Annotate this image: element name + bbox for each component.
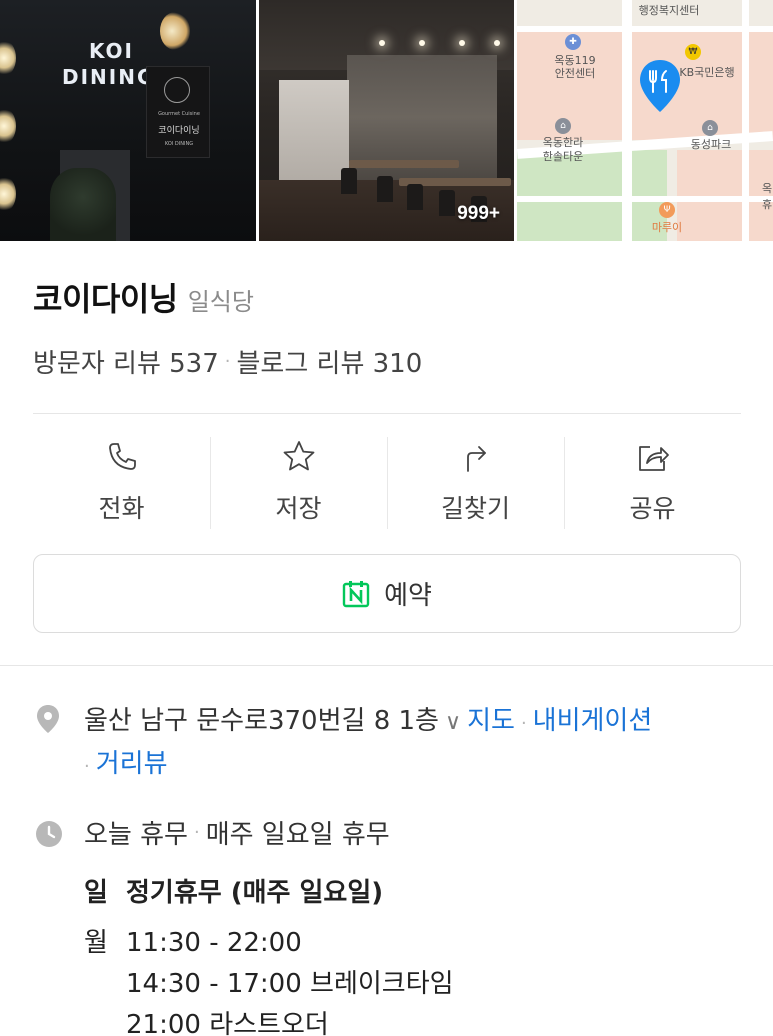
chevron-down-icon[interactable]: ∨ <box>445 710 461 735</box>
apartment-icon: ⌂ <box>555 118 571 134</box>
map-label: 옥동119 <box>554 54 596 67</box>
location-pin-icon <box>640 60 680 112</box>
map-road <box>622 0 632 241</box>
review-summary: 방문자 리뷰 537 · 블로그 리뷰 310 <box>33 343 422 380</box>
plant <box>50 168 116 241</box>
share-label: 공유 <box>629 494 676 523</box>
naver-calendar-icon <box>342 580 370 607</box>
signboard-name: 코이다이닝 <box>158 126 200 136</box>
signboard-subtitle: Gourmet Cuisine <box>158 111 200 117</box>
last-order: 21:00 라스트오더 <box>126 1010 329 1036</box>
photo-count: 999+ <box>457 203 500 224</box>
call-button[interactable]: 전화 <box>33 437 210 529</box>
phone-icon <box>108 443 136 470</box>
address-text: 울산 남구 문수로370번길 8 1층 <box>84 706 439 736</box>
wall-light <box>0 176 16 212</box>
address-block: 울산 남구 문수로370번길 8 1층 ∨ 지도 · 내비게이션 · 거리뷰 <box>84 701 744 787</box>
spotlight <box>379 40 385 46</box>
today-status: 오늘 휴무 <box>84 820 188 850</box>
dining-table <box>349 160 459 168</box>
separator-dot: · <box>193 822 200 843</box>
spotlight <box>494 40 500 46</box>
moon-lamp <box>160 12 190 50</box>
hours-text: 11:30 - 22:00 <box>126 928 302 958</box>
chair <box>377 176 393 202</box>
day-label: 월 <box>84 928 108 958</box>
fire-station-icon: ✚ <box>565 34 581 50</box>
map-label: 옥 <box>761 182 773 195</box>
directions-label: 길찾기 <box>440 494 510 523</box>
storefront-sign: KOI DINING <box>62 38 156 90</box>
separator-dot: · <box>520 713 527 734</box>
day-label: 일 <box>84 878 108 908</box>
navigation-link[interactable]: 내비게이션 <box>533 706 653 736</box>
map-label: 동성파크 <box>690 138 732 151</box>
share-button[interactable]: 공유 <box>564 437 741 529</box>
chair <box>341 168 357 194</box>
clock-icon <box>36 821 62 847</box>
spotlight <box>459 40 465 46</box>
signboard-emblem <box>164 77 190 103</box>
wall-light <box>0 40 16 76</box>
photo-storefront[interactable]: KOI DINING Gourmet Cuisine 코이다이닝 KOI DIN… <box>0 0 256 241</box>
map-label: 안전센터 <box>554 67 596 80</box>
map-label: 한솔타운 <box>542 150 584 163</box>
map-label: 휴 <box>761 198 773 211</box>
separator-dot: · <box>224 351 231 372</box>
chair <box>439 190 455 216</box>
hours-row-monday: 월 11:30 - 22:00 <box>84 922 302 959</box>
map-label: 행정복지센터 <box>638 4 700 17</box>
divider <box>0 665 773 666</box>
reserve-label: 예약 <box>384 581 432 611</box>
star-icon <box>283 441 314 471</box>
save-label: 저장 <box>275 494 322 523</box>
restaurant-poi-icon: Ψ <box>659 202 675 218</box>
call-label: 전화 <box>98 494 145 523</box>
signboard-footer: KOI DINING <box>164 141 194 147</box>
apartment-icon: ⌂ <box>702 120 718 136</box>
hours-row-sunday: 일 정기휴무 (매주 일요일) <box>84 872 383 909</box>
visitor-reviews-link[interactable]: 방문자 리뷰 537 <box>33 343 219 380</box>
action-bar: 전화 저장 길찾기 공유 <box>33 437 741 529</box>
chair <box>407 184 423 210</box>
break-time: 14:30 - 17:00 브레이크타임 <box>126 969 454 999</box>
sign-line-2: DINING <box>62 65 156 89</box>
today-hours[interactable]: 오늘 휴무 · 매주 일요일 휴무 <box>84 814 390 851</box>
sign-line-1: KOI <box>88 39 134 63</box>
place-header: 코이다이닝 일식당 <box>33 274 254 320</box>
blog-reviews-link[interactable]: 블로그 리뷰 310 <box>237 343 423 380</box>
hours-text: 정기휴무 (매주 일요일) <box>126 878 384 908</box>
reserve-button[interactable]: 예약 <box>33 554 741 633</box>
today-detail: 매주 일요일 휴무 <box>205 820 390 850</box>
wall-light <box>0 108 16 144</box>
photo-interior[interactable]: 999+ <box>259 0 514 241</box>
signboard: Gourmet Cuisine 코이다이닝 KOI DINING <box>146 66 210 158</box>
street-view-link[interactable]: 거리뷰 <box>96 749 168 779</box>
map-thumbnail[interactable]: 행정복지센터 ✚ 옥동119 안전센터 ₩ KB국민은행 ⌂ 옥동한라 한솔타운… <box>517 0 773 241</box>
bank-icon: ₩ <box>685 44 701 60</box>
photo-strip: KOI DINING Gourmet Cuisine 코이다이닝 KOI DIN… <box>0 0 773 241</box>
divider <box>33 413 741 414</box>
map-link[interactable]: 지도 <box>467 706 515 736</box>
map-road <box>517 196 773 202</box>
spotlight <box>419 40 425 46</box>
directions-icon <box>466 446 486 472</box>
place-category: 일식당 <box>187 288 254 316</box>
map-road <box>742 0 749 241</box>
location-pin-icon <box>37 705 59 733</box>
map-label: 마루이 <box>651 221 683 234</box>
map-road <box>517 26 773 32</box>
map-label: 옥동한라 <box>542 136 584 149</box>
separator-dot: · <box>84 756 90 777</box>
share-icon <box>638 446 669 471</box>
save-button[interactable]: 저장 <box>210 437 387 529</box>
directions-button[interactable]: 길찾기 <box>387 437 564 529</box>
place-name: 코이다이닝 <box>33 280 178 318</box>
